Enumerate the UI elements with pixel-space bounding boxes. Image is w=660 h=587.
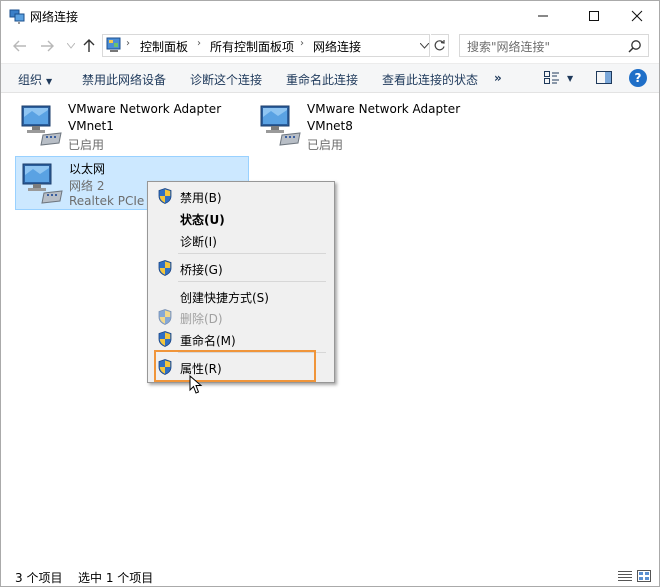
menu-item-label: 诊断(I) (180, 235, 217, 249)
view-options-icon (544, 71, 559, 84)
uac-shield-icon (158, 260, 172, 276)
back-button[interactable] (10, 36, 30, 56)
up-button[interactable] (79, 36, 99, 56)
breadcrumb-separator: › (300, 38, 304, 49)
selection-count: 选中 1 个项目 (78, 571, 154, 585)
maximize-button[interactable] (571, 1, 617, 31)
network-adapter-icon (21, 105, 62, 146)
details-view-icon[interactable] (618, 570, 632, 582)
menu-separator (178, 281, 326, 282)
breadcrumb-network-connections[interactable]: 网络连接 (313, 38, 361, 55)
menu-item-label: 桥接(G) (180, 263, 223, 277)
status-bar: 3 个项目 选中 1 个项目 (1, 565, 659, 587)
menu-item-label: 删除(D) (180, 312, 223, 326)
item-count: 3 个项目 (15, 571, 63, 585)
breadcrumb-control-panel[interactable]: 控制面板 (140, 38, 188, 55)
help-icon: ? (634, 71, 642, 85)
menu-item-diagnose[interactable]: 诊断(I) (150, 229, 332, 251)
menu-item-label: 创建快捷方式(S) (180, 291, 269, 305)
address-bar[interactable]: › 控制面板 › 所有控制面板项 › 网络连接 (102, 34, 430, 57)
close-button[interactable] (614, 1, 660, 31)
chevron-down-icon (67, 43, 75, 49)
preview-pane-button[interactable] (596, 71, 612, 87)
uac-shield-icon (158, 188, 172, 204)
recent-locations-button[interactable] (61, 36, 81, 56)
adapter-item-vmnet1[interactable]: VMware Network Adapter VMnet1 已启用 (15, 99, 249, 153)
search-icon[interactable] (628, 39, 642, 53)
adapter-status: 已启用 (68, 138, 105, 152)
breadcrumb-all-items[interactable]: 所有控制面板项 (210, 38, 294, 55)
uac-shield-icon (158, 331, 172, 347)
menu-item-label: 重命名(M) (180, 334, 236, 348)
search-placeholder: 搜索"网络连接" (467, 40, 551, 54)
menu-separator (178, 253, 326, 254)
menu-item-bridge[interactable]: 桥接(G) (150, 257, 332, 279)
menu-item-create-shortcut[interactable]: 创建快捷方式(S) (150, 285, 332, 307)
organize-menu[interactable]: 组织 ▼ (18, 71, 52, 88)
large-icons-view-icon[interactable] (637, 570, 651, 582)
adapter-network: VMnet8 (307, 119, 353, 133)
mouse-cursor-icon (189, 375, 203, 394)
up-arrow-icon (83, 39, 95, 52)
network-adapter-icon (260, 105, 301, 146)
menu-item-label: 禁用(B) (180, 191, 222, 205)
menu-item-disable[interactable]: 禁用(B) (150, 185, 332, 207)
diagnose-connection-button[interactable]: 诊断这个连接 (190, 71, 262, 88)
back-arrow-icon (13, 40, 26, 52)
title-bar[interactable]: 网络连接 (1, 1, 659, 31)
maximize-icon (589, 11, 599, 21)
chevron-down-icon (419, 42, 429, 49)
adapter-status: 已启用 (307, 138, 344, 152)
menu-item-delete: 删除(D) (150, 306, 332, 328)
help-button[interactable]: ? (629, 69, 647, 87)
refresh-button[interactable] (431, 34, 449, 57)
view-status-button[interactable]: 查看此连接的状态 (382, 71, 478, 88)
menu-item-rename[interactable]: 重命名(M) (150, 328, 332, 350)
rename-connection-button[interactable]: 重命名此连接 (286, 71, 358, 88)
forward-arrow-icon (41, 40, 54, 52)
forward-button[interactable] (37, 36, 57, 56)
view-dropdown-icon[interactable]: ▼ (567, 74, 573, 83)
properties-highlight-box (154, 350, 316, 382)
uac-shield-icon (158, 309, 172, 325)
window-title: 网络连接 (30, 10, 79, 24)
disable-device-button[interactable]: 禁用此网络设备 (82, 71, 166, 88)
refresh-icon (434, 40, 445, 51)
breadcrumb-separator: › (197, 38, 201, 49)
breadcrumb-separator: › (126, 38, 130, 49)
adapter-item-vmnet8[interactable]: VMware Network Adapter VMnet8 已启用 (254, 99, 488, 153)
navigation-bar: › 控制面板 › 所有控制面板项 › 网络连接 搜索"网络连接" (1, 32, 659, 60)
search-box[interactable]: 搜索"网络连接" (459, 34, 649, 57)
dropdown-arrow-icon: ▼ (46, 77, 53, 86)
minimize-button[interactable] (520, 1, 566, 31)
adapter-name: 以太网 (69, 162, 106, 176)
adapter-network: VMnet1 (68, 119, 114, 133)
control-panel-icon (106, 37, 121, 52)
command-bar: 组织 ▼ 禁用此网络设备 诊断这个连接 重命名此连接 查看此连接的状态 » ▼ ? (1, 63, 659, 93)
organize-label: 组织 (18, 73, 43, 87)
close-icon (631, 10, 643, 22)
more-commands-button[interactable]: » (494, 71, 502, 85)
network-connections-icon (9, 9, 25, 24)
adapter-name: VMware Network Adapter (68, 102, 222, 116)
menu-item-status[interactable]: 状态(U) (150, 207, 332, 229)
explorer-window: 网络连接 › 控制面板 › 所有控制面板项 › 网络连接 搜索"网络连接" 组织… (0, 0, 660, 587)
address-dropdown-button[interactable] (417, 34, 431, 57)
adapter-network: 网络 2 (69, 179, 105, 193)
minimize-icon (538, 15, 548, 17)
preview-pane-icon (596, 71, 612, 84)
network-adapter-icon (22, 163, 63, 204)
menu-item-label: 状态(U) (180, 213, 225, 227)
adapter-device: Realtek PCIe G (69, 194, 158, 208)
adapter-name: VMware Network Adapter (307, 102, 461, 116)
change-view-button[interactable] (544, 71, 560, 87)
